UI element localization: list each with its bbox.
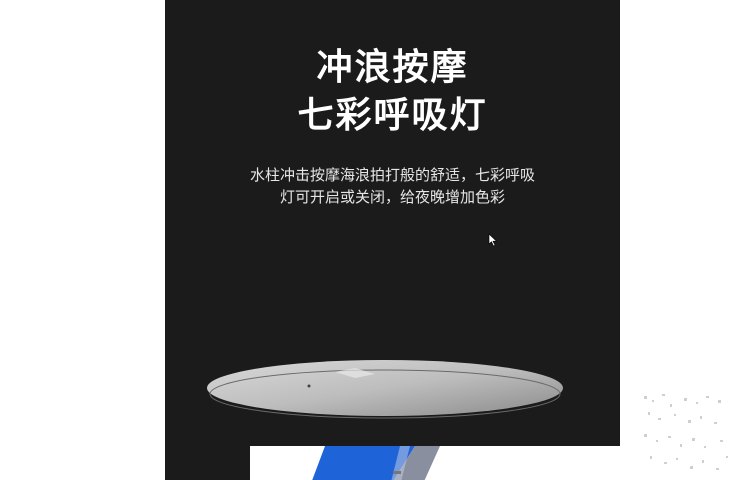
hero-title-line-1: 冲浪按摩 [316,47,469,88]
product-hero-panel: 冲浪按摩 七彩呼吸灯 水柱冲击按摩海浪拍打般的舒适，七彩呼吸 灯可开启或关闭，给… [165,0,620,480]
hero-title-line-2: 七彩呼吸灯 [297,95,488,136]
massage-disc-image [207,360,563,419]
image-artifact [393,471,401,474]
noise-pattern-graphic [640,390,730,480]
blue-stripe-graphic [312,446,440,480]
hero-description-line-1: 水柱冲击按摩海浪拍打般的舒适，七彩呼吸 [249,166,535,184]
product-card-preview [250,446,620,480]
hero-description-line-2: 灯可开启或关闭，给夜晚增加色彩 [279,188,505,206]
page: 冲浪按摩 七彩呼吸灯 水柱冲击按摩海浪拍打般的舒适，七彩呼吸 灯可开启或关闭，给… [0,0,732,480]
mouse-pointer-icon [488,233,498,247]
